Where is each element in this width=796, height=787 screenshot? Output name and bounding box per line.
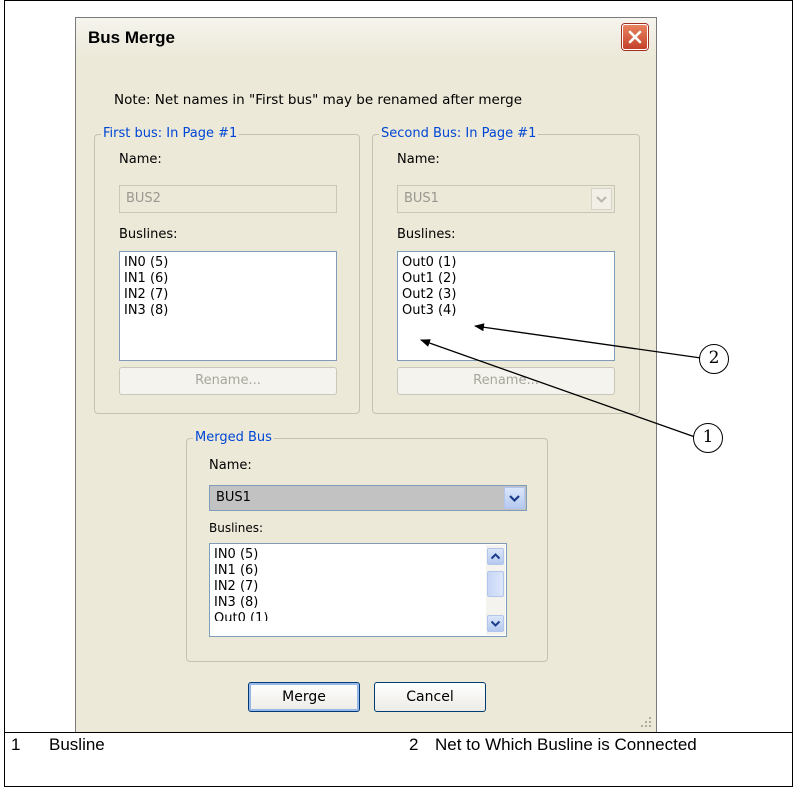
legend-num-1: 1: [11, 735, 21, 754]
figure-frame: Bus Merge Note: Net names in "First bus"…: [4, 0, 793, 733]
legend-bar: 1 Busline 2 Net to Which Busline is Conn…: [4, 732, 793, 787]
callout-2-leader: [474, 323, 702, 359]
callout-lines: [420, 323, 702, 438]
callout-2: 2: [699, 344, 729, 374]
callout-1: 1: [693, 423, 723, 453]
callout-1-leader: [420, 339, 696, 438]
legend-num-2: 2: [409, 735, 419, 754]
legend-text-2: Net to Which Busline is Connected: [435, 735, 697, 754]
legend-text-1: Busline: [49, 735, 105, 754]
